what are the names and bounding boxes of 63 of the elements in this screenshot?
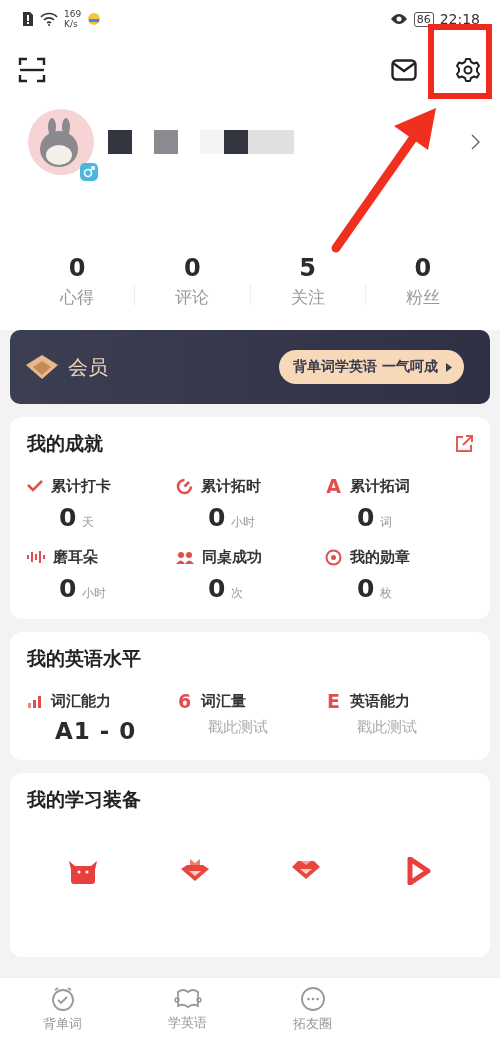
signal-bars-icon [27, 694, 43, 708]
avatar-drawing[interactable] [28, 109, 94, 175]
stat-value: 0 [59, 574, 77, 603]
card-title: 我的学习装备 [27, 787, 141, 812]
mail-icon[interactable] [391, 59, 417, 81]
stat-unit: 小时 [82, 585, 107, 602]
member-title: 会员 [68, 353, 108, 381]
sim-alert-icon [22, 11, 34, 27]
stat-unit: 天 [82, 514, 95, 531]
checkmark-icon [27, 480, 43, 492]
stat-unit: 枚 [380, 585, 393, 602]
stat-label[interactable]: 磨耳朵 [53, 547, 98, 567]
book-icon [173, 986, 202, 1011]
stat-value: 0 [208, 503, 226, 532]
network-speed: 169 [64, 9, 82, 19]
male-icon [80, 163, 98, 181]
share-icon[interactable] [454, 434, 474, 454]
stat-label[interactable]: 累计拓词 [350, 476, 410, 496]
stat-value: 0 [357, 574, 375, 603]
people-icon [176, 550, 194, 564]
sound-wave-icon [27, 550, 45, 564]
timer-icon [176, 477, 193, 495]
stat-label[interactable]: 同桌成功 [202, 547, 262, 567]
play-triangle-icon [446, 362, 452, 372]
stat-label[interactable]: 我的勋章 [350, 547, 410, 567]
target-icon [325, 548, 342, 566]
level-label[interactable]: 词汇能力 [51, 691, 111, 711]
level-label[interactable]: 英语能力 [350, 691, 410, 711]
eye-icon [389, 13, 408, 25]
membership-banner[interactable]: 会员 背单词学英语 一气呵成 [10, 330, 490, 404]
card-title: 我的英语水平 [27, 646, 141, 671]
battery-level: 86 [413, 11, 434, 27]
stat-unit: 词 [380, 514, 393, 531]
stat-count[interactable]: 0 [184, 253, 201, 282]
stat-value: 0 [208, 574, 226, 603]
stat-value: 0 [59, 503, 77, 532]
stat-count[interactable]: 5 [299, 253, 316, 282]
stat-value: 0 [357, 503, 375, 532]
play-logo-icon[interactable] [405, 857, 432, 885]
stat-count[interactable]: 0 [414, 253, 432, 282]
letter-icon: E [325, 690, 342, 712]
app-notification-icon [87, 12, 102, 26]
stat-unit: 次 [231, 585, 244, 602]
wifi-icon [40, 12, 58, 26]
level-label[interactable]: 词汇量 [201, 691, 246, 711]
member-promo-button[interactable]: 背单词学英语 一气呵成 [279, 350, 464, 384]
stat-label[interactable]: 累计拓时 [201, 476, 261, 496]
clock-time: 22:18 [439, 11, 480, 27]
alarm-clock-icon [49, 985, 76, 1012]
stat-unit: 小时 [231, 514, 256, 531]
crown-gem-icon[interactable] [179, 857, 210, 883]
chevron-right-icon[interactable] [471, 134, 480, 150]
stat-label[interactable]: 累计打卡 [51, 476, 111, 496]
letter-icon: 6 [176, 690, 193, 712]
gem-icon [24, 353, 60, 381]
card-title: 我的成就 [27, 431, 103, 456]
level-score: A1 - 0 [55, 718, 137, 744]
chat-bubble-icon [299, 985, 326, 1012]
scan-icon[interactable] [18, 57, 46, 83]
speed-unit: K/s [64, 19, 79, 29]
letter-icon: A [325, 475, 342, 497]
stat-count[interactable]: 0 [68, 253, 86, 282]
settings-icon[interactable] [455, 57, 481, 83]
